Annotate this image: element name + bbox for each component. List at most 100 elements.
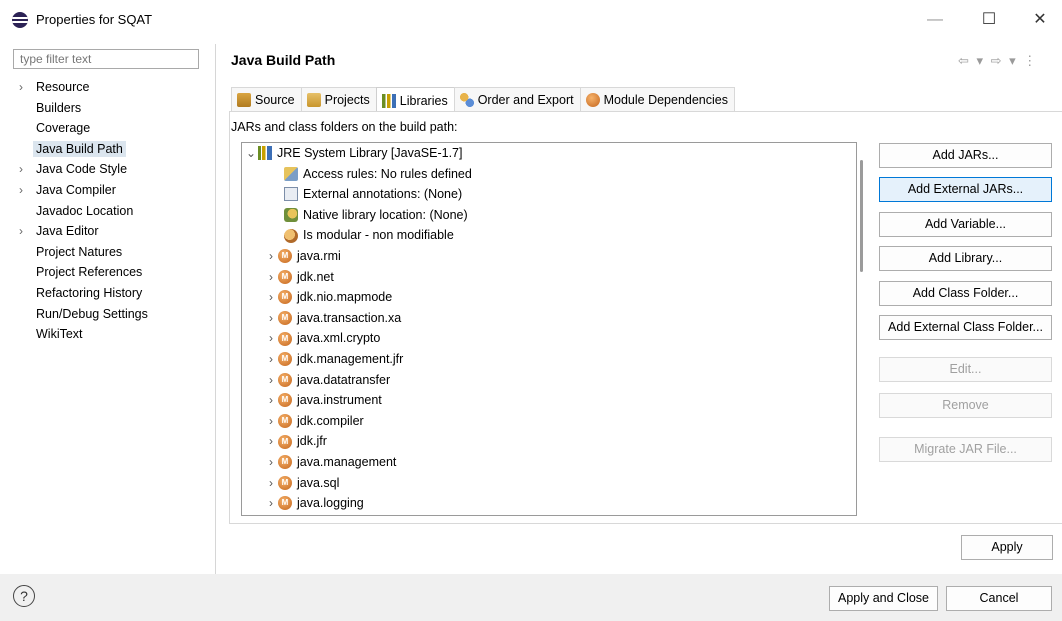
tree-item-label: java.logging [297,496,364,511]
chevron-right-icon[interactable]: › [19,77,23,98]
module-icon [278,290,292,305]
chevron-right-icon[interactable]: › [264,328,278,349]
maximize-button[interactable]: ☐ [974,8,1004,32]
nav-item[interactable]: Java Build Path [13,139,213,160]
chevron-right-icon[interactable]: › [264,390,278,411]
remove-button[interactable]: Remove [879,393,1052,418]
tree-item-module[interactable]: › jdk.jfr [264,431,327,452]
nav-item-label: Builders [36,100,82,115]
chevron-right-icon[interactable]: › [19,159,23,180]
tree-item-module[interactable]: › java.datatransfer [264,370,390,391]
add-external-jars-button[interactable]: Add External JARs... [879,177,1052,202]
edit-button[interactable]: Edit... [879,357,1052,382]
build-path-tabs: Source Projects Libraries Order and Export M… [231,87,735,113]
tab-order-and-export[interactable]: Order and Export [453,87,581,112]
tree-item-label: jdk.jfr [297,434,327,449]
nav-item-label: Java Build Path [33,140,126,157]
tab-module-dependencies[interactable]: Module Dependencies [579,87,735,112]
add-external-class-folder-button[interactable]: Add External Class Folder... [879,315,1052,340]
tree-item-module[interactable]: › java.management [264,452,396,473]
tree-item-detail[interactable]: Access rules: No rules defined [270,164,472,185]
filter-input[interactable] [13,49,199,69]
tree-item-detail[interactable]: External annotations: (None) [270,184,462,205]
tree-item-jre-library[interactable]: ⌄ JRE System Library [JavaSE-1.7] [244,143,462,164]
chevron-right-icon[interactable]: › [264,473,278,494]
chevron-right-icon[interactable]: › [264,287,278,308]
tree-item-module[interactable]: › java.xml.crypto [264,328,380,349]
nav-item[interactable]: › Java Compiler [13,180,213,201]
tree-item-module[interactable]: › java.rmi [264,246,341,267]
close-button[interactable]: ✕ [1025,8,1055,32]
add-variable-button[interactable]: Add Variable... [879,212,1052,237]
libraries-tree[interactable]: ⌄ JRE System Library [JavaSE-1.7] Access r… [241,142,857,516]
add-library-button[interactable]: Add Library... [879,246,1052,271]
tree-item-module[interactable]: › jdk.net [264,267,334,288]
history-navigation-icon[interactable]: ⇦ ▾ ⇨ ▾ ⋮ [958,53,1038,69]
nav-item[interactable]: Refactoring History [13,283,213,304]
chevron-right-icon[interactable]: › [264,308,278,329]
tree-item-detail[interactable]: Native library location: (None) [270,205,468,226]
tree-item-detail[interactable]: Is modular - non modifiable [270,225,454,246]
migrate-jar-button[interactable]: Migrate JAR File... [879,437,1052,462]
chevron-down-icon[interactable]: ⌄ [244,143,258,164]
nav-item[interactable]: Coverage [13,118,213,139]
nav-item[interactable]: Project References [13,262,213,283]
modular-icon [284,228,298,243]
chevron-right-icon[interactable]: › [264,452,278,473]
chevron-right-icon[interactable]: › [264,246,278,267]
module-icon [278,269,292,284]
nav-item[interactable]: › Java Code Style [13,159,213,180]
order-export-icon [459,93,474,107]
nav-item[interactable]: Project Natures [13,242,213,263]
cancel-button[interactable]: Cancel [946,586,1052,611]
eclipse-icon [12,12,28,28]
tab-projects[interactable]: Projects [300,87,377,112]
nav-item[interactable]: Javadoc Location [13,201,213,222]
tree-item-module[interactable]: › java.logging [264,493,364,514]
nav-item[interactable]: Run/Debug Settings [13,304,213,325]
tree-item-module[interactable]: › jdk.nio.mapmode [264,287,392,308]
nav-item[interactable]: WikiText [13,324,213,345]
nav-item-label: WikiText [36,327,83,342]
chevron-right-icon[interactable]: › [264,431,278,452]
chevron-right-icon[interactable]: › [264,349,278,370]
tab-source[interactable]: Source [231,87,302,112]
tree-item-module[interactable]: › java.instrument [264,390,382,411]
chevron-right-icon[interactable]: › [19,180,23,201]
tab-label: Projects [324,93,370,107]
apply-button[interactable]: Apply [961,535,1053,560]
tree-item-label: Access rules: No rules defined [303,166,472,181]
nav-item-label: Refactoring History [36,285,143,300]
tree-item-module[interactable]: › java.transaction.xa [264,308,401,329]
tree-item-module[interactable]: › jdk.compiler [264,411,364,432]
tree-scrollbar[interactable] [860,160,863,272]
chevron-right-icon[interactable]: › [264,267,278,288]
tree-item-module[interactable]: › jdk.management.jfr [264,349,403,370]
add-jars-button[interactable]: Add JARs... [879,143,1052,168]
native-library-icon [284,208,298,223]
nav-item-label: Java Compiler [36,182,116,197]
page-title: Java Build Path [231,52,336,68]
panel-divider[interactable] [215,44,216,574]
chevron-right-icon[interactable]: › [19,221,23,242]
apply-and-close-button[interactable]: Apply and Close [829,586,938,611]
chevron-right-icon[interactable]: › [264,411,278,432]
minimize-button[interactable]: — [920,8,950,32]
nav-item[interactable]: › Resource [13,77,213,98]
chevron-right-icon[interactable]: › [264,370,278,391]
nav-item-label: Resource [36,80,90,94]
help-icon[interactable]: ? [13,585,35,607]
chevron-right-icon[interactable]: › [264,493,278,514]
tree-item-label: java.management [297,455,397,469]
nav-item-label: Project References [36,265,143,280]
tree-item-module[interactable]: › java.sql [264,473,339,494]
build-path-label: JARs and class folders on the build path… [231,120,458,134]
nav-item[interactable]: › Java Editor [13,221,213,242]
nav-item-label: Java Code Style [36,162,128,177]
nav-item[interactable]: Builders [13,98,213,119]
module-icon [278,352,292,367]
tree-item-label: java.transaction.xa [297,310,402,325]
access-rules-icon [284,166,298,181]
add-class-folder-button[interactable]: Add Class Folder... [879,281,1052,306]
tab-libraries[interactable]: Libraries [375,87,455,113]
